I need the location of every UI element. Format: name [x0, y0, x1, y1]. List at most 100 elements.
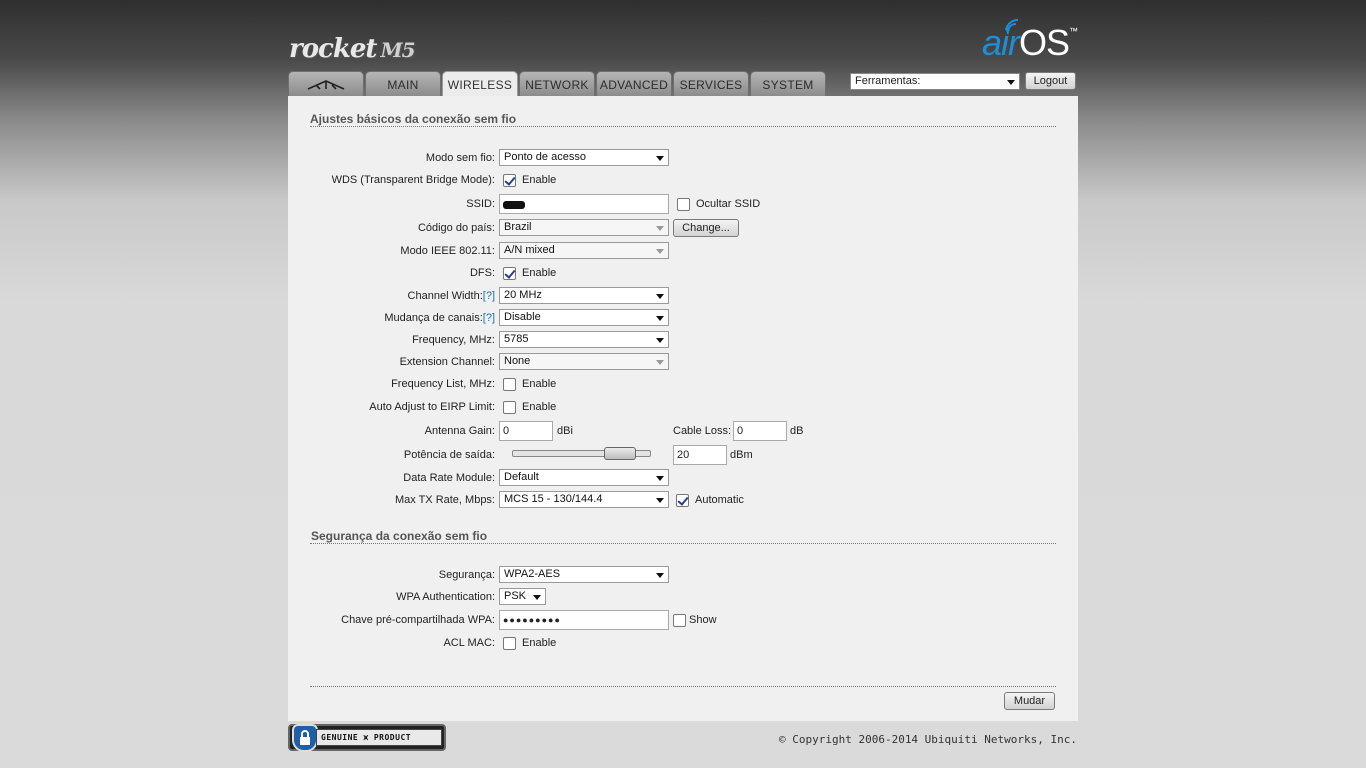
wireless-settings-panel: Ajustes básicos da conexão sem fio Modo … — [288, 96, 1078, 721]
tab-network[interactable]: NETWORK — [519, 71, 595, 96]
security-label: Segurança: — [438, 569, 495, 581]
max-tx-rate-select[interactable]: MCS 15 - 130/144.4 — [499, 491, 669, 508]
automatic-rate-label: Automatic — [695, 494, 744, 506]
main-tabs: MAIN WIRELESS NETWORK ADVANCED SERVICES … — [288, 71, 827, 97]
output-power-label: Potência de saída: — [403, 449, 495, 461]
wireless-mode-value: Ponto de acesso — [504, 151, 586, 163]
chevron-down-icon — [656, 476, 664, 481]
tab-ubiquiti-logo[interactable] — [288, 71, 364, 96]
channel-shift-help-link[interactable]: [?] — [483, 312, 495, 324]
output-power-input[interactable]: 20 — [673, 445, 727, 465]
tab-main[interactable]: MAIN — [365, 71, 441, 96]
section-divider — [310, 686, 1056, 687]
ieee-mode-label: Modo IEEE 802.11: — [400, 245, 495, 257]
dfs-label: DFS: — [469, 267, 495, 279]
wpa-auth-label: WPA Authentication: — [396, 591, 495, 603]
wpa-key-input[interactable]: ●●●●●●●●● — [499, 610, 669, 630]
data-rate-module-label: Data Rate Module: — [403, 472, 495, 484]
eirp-label: Auto Adjust to EIRP Limit: — [369, 401, 495, 413]
cable-loss-input[interactable]: 0 — [733, 421, 787, 441]
chevron-down-icon — [1007, 80, 1015, 85]
cable-loss-label: Cable Loss: — [673, 425, 732, 437]
antenna-gain-label: Antenna Gain: — [424, 425, 495, 437]
channel-width-value: 20 MHz — [504, 289, 542, 301]
dfs-enable-label: Enable — [522, 267, 557, 279]
channel-width-label: Channel Width:[?] — [408, 290, 495, 302]
genuine-product-badge: GENUINE ⩙ PRODUCT — [288, 724, 446, 752]
tools-select[interactable]: Ferramentas: — [850, 73, 1020, 90]
automatic-rate-checkbox[interactable] — [676, 494, 689, 507]
genuine-product-text: GENUINE ⩙ PRODUCT — [316, 729, 442, 746]
security-value: WPA2-AES — [504, 568, 561, 580]
extension-channel-select[interactable]: None — [499, 353, 669, 370]
eirp-checkbox[interactable] — [503, 401, 516, 414]
channel-width-label-text: Channel Width: — [407, 290, 483, 302]
chevron-down-icon — [656, 249, 664, 254]
tools-select-value: Ferramentas: — [855, 75, 921, 87]
tab-services[interactable]: SERVICES — [673, 71, 749, 96]
frequency-list-label: Frequency List, MHz: — [391, 378, 495, 390]
dfs-checkbox[interactable] — [503, 267, 516, 280]
frequency-value: 5785 — [504, 333, 529, 345]
wireless-mode-select[interactable]: Ponto de acesso — [499, 149, 669, 166]
copyright-text: © Copyright 2006-2014 Ubiquiti Networks,… — [778, 733, 1077, 746]
logout-button[interactable]: Logout — [1025, 72, 1076, 90]
max-tx-rate-label: Max TX Rate, Mbps: — [394, 494, 495, 506]
max-tx-rate-value: MCS 15 - 130/144.4 — [504, 493, 603, 505]
wds-label: WDS (Transparent Bridge Mode): — [331, 174, 495, 186]
ssid-input[interactable] — [499, 194, 669, 214]
eirp-enable-label: Enable — [522, 401, 557, 413]
lock-icon — [300, 730, 310, 745]
section-divider — [310, 126, 1056, 127]
airos-air-text: air — [982, 22, 1020, 63]
chevron-down-icon — [656, 360, 664, 365]
ieee-mode-select[interactable]: A/N mixed — [499, 242, 669, 259]
frequency-select[interactable]: 5785 — [499, 331, 669, 348]
frequency-list-checkbox[interactable] — [503, 378, 516, 391]
product-name: rocket — [289, 34, 377, 64]
chevron-down-icon — [656, 316, 664, 321]
wpa-auth-value: PSK — [504, 590, 527, 602]
hide-ssid-checkbox[interactable] — [677, 198, 690, 211]
apply-button[interactable]: Mudar — [1004, 692, 1055, 710]
wpa-auth-select[interactable]: PSK — [499, 588, 546, 605]
ssid-redaction — [503, 201, 525, 209]
data-rate-module-value: Default — [504, 471, 539, 483]
section-divider — [310, 543, 1056, 544]
hide-ssid-label: Ocultar SSID — [696, 198, 761, 210]
chevron-down-icon — [656, 573, 664, 578]
chevron-down-icon — [533, 595, 541, 600]
country-select[interactable]: Brazil — [499, 219, 669, 236]
tab-wireless[interactable]: WIRELESS — [442, 71, 518, 97]
channel-width-select[interactable]: 20 MHz — [499, 287, 669, 304]
country-value: Brazil — [504, 221, 532, 233]
acl-mac-checkbox[interactable] — [503, 637, 516, 650]
airos-os-text: OS — [1019, 22, 1070, 63]
channel-width-help-link[interactable]: [?] — [483, 290, 495, 302]
chevron-down-icon — [656, 294, 664, 299]
channel-shift-value: Disable — [504, 311, 541, 323]
ubiquiti-logo-icon — [307, 80, 345, 90]
security-select[interactable]: WPA2-AES — [499, 566, 669, 583]
tab-system[interactable]: SYSTEM — [750, 71, 826, 96]
channel-shift-label: Mudança de canais:[?] — [384, 312, 495, 324]
country-label: Código do país: — [417, 222, 495, 234]
wds-enable-label: Enable — [522, 174, 557, 186]
output-power-unit: dBm — [730, 449, 753, 461]
lock-shield-icon — [292, 724, 318, 752]
chevron-down-icon — [656, 226, 664, 231]
acl-mac-label: ACL MAC: — [443, 637, 495, 649]
wds-checkbox[interactable] — [503, 174, 516, 187]
basic-section-title: Ajustes básicos da conexão sem fio — [310, 112, 517, 126]
show-key-checkbox[interactable] — [673, 614, 686, 627]
tab-advanced[interactable]: ADVANCED — [596, 71, 672, 96]
data-rate-module-select[interactable]: Default — [499, 469, 669, 486]
security-section-title: Segurança da conexão sem fio — [311, 529, 488, 543]
antenna-gain-input[interactable]: 0 — [499, 421, 553, 441]
frequency-label: Frequency, MHz: — [412, 334, 495, 346]
chevron-down-icon — [656, 338, 664, 343]
output-power-slider-handle[interactable] — [604, 447, 636, 460]
trademark: ™ — [1069, 26, 1078, 36]
channel-shift-select[interactable]: Disable — [499, 309, 669, 326]
change-country-button[interactable]: Change... — [673, 219, 739, 237]
